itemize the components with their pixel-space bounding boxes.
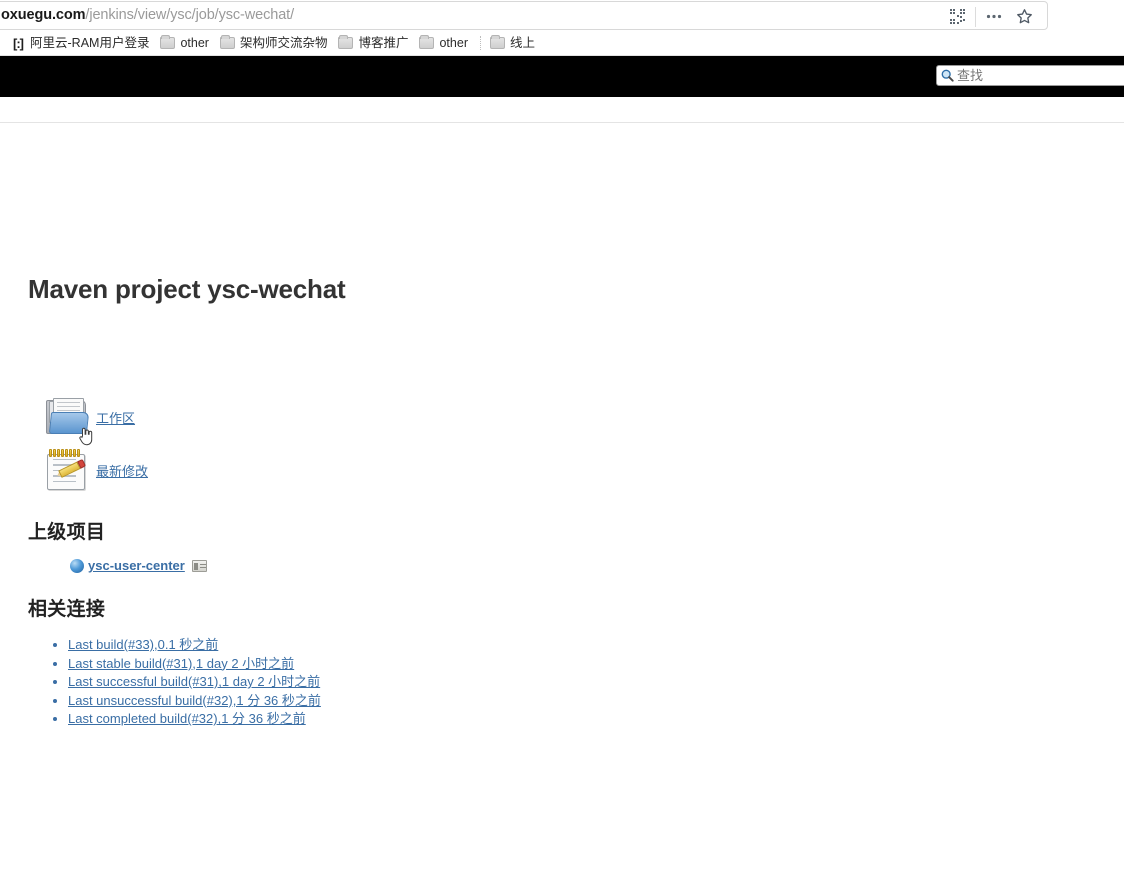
related-links-list: Last build(#33),0.1 秒之前 Last stable buil… [44,636,321,729]
cloud-icon: [:] [13,35,24,51]
url-domain: oxuegu.com [1,7,86,24]
upstream-project-row[interactable]: ysc-user-center [70,558,207,573]
main-content: Maven project ysc-wechat 工作区 最新修改 上级项目 y… [0,123,1124,894]
recent-changes-link-row[interactable]: 最新修改 [44,444,148,497]
search-input[interactable]: 查找 [936,65,1124,86]
folder-icon [489,35,505,49]
list-item[interactable]: Last completed build(#32),1 分 36 秒之前 [68,710,321,729]
folder-icon [219,35,235,49]
more-options-icon[interactable] [979,2,1009,31]
url-path: /jenkins/view/ysc/job/ysc-wechat/ [85,7,295,24]
related-links-heading: 相关连接 [28,599,106,620]
workspace-link-row[interactable]: 工作区 [44,391,148,445]
page-title: Maven project ysc-wechat [28,274,346,304]
bookmark-item-other-1[interactable]: other [157,35,215,51]
bookmark-label: 博客推广 [358,35,409,50]
search-placeholder: 查找 [957,68,984,83]
bookmark-item-architect[interactable]: 架构师交流杂物 [217,35,334,51]
last-unsuccessful-build-link[interactable]: Last unsuccessful build(#32),1 分 36 秒之前 [68,693,321,708]
upstream-projects-heading: 上级项目 [28,522,106,543]
folder-icon [419,35,435,49]
console-output-icon[interactable] [191,559,207,572]
upstream-project-link[interactable]: ysc-user-center [88,558,185,573]
blue-ball-icon [70,558,84,573]
url-text: oxuegu.com/jenkins/view/ysc/job/ysc-wech… [1,8,294,23]
qr-code-icon[interactable] [942,2,972,31]
folder-icon [338,35,354,49]
header-underline-strip [0,97,1124,123]
bookmark-label: 架构师交流杂物 [239,35,328,50]
list-item[interactable]: Last unsuccessful build(#32),1 分 36 秒之前 [68,692,321,711]
folder-workspace-icon [44,394,93,445]
bookmark-item-aliyun[interactable]: [:] 阿里云-RAM用户登录 [8,36,155,51]
last-stable-build-link[interactable]: Last stable build(#31),1 day 2 小时之前 [68,656,294,671]
notepad-pencil-icon [44,447,92,495]
bookmark-label: other [180,35,209,50]
mouse-cursor-hand-icon [78,426,94,446]
last-build-link[interactable]: Last build(#33),0.1 秒之前 [68,637,218,652]
bookmark-label: 线上 [509,35,535,50]
bookmarks-bar: [:] 阿里云-RAM用户登录 other 架构师交流杂物 博客推广 other… [0,31,1124,56]
bookmark-label: other [439,35,468,50]
last-successful-build-link[interactable]: Last successful build(#31),1 day 2 小时之前 [68,674,320,689]
browser-chrome: oxuegu.com/jenkins/view/ysc/job/ysc-wech… [0,0,1124,56]
address-bar[interactable]: oxuegu.com/jenkins/view/ysc/job/ysc-wech… [0,1,1048,30]
folder-icon [160,35,176,49]
list-item[interactable]: Last build(#33),0.1 秒之前 [68,636,321,655]
bookmark-item-online[interactable]: 线上 [487,35,541,51]
search-icon [941,69,954,82]
bookmark-star-icon[interactable] [1009,2,1039,31]
workspace-link[interactable]: 工作区 [96,408,135,427]
bookmark-item-other-2[interactable]: other [416,35,474,51]
toolbar-divider [975,6,976,27]
list-item[interactable]: Last successful build(#31),1 day 2 小时之前 [68,673,321,692]
url-bar-row: oxuegu.com/jenkins/view/ysc/job/ysc-wech… [0,0,1124,31]
address-bar-buttons [942,2,1039,31]
recent-changes-link[interactable]: 最新修改 [96,461,148,480]
last-completed-build-link[interactable]: Last completed build(#32),1 分 36 秒之前 [68,711,306,726]
bookmark-item-blog[interactable]: 博客推广 [335,35,414,51]
icon-links-group: 工作区 最新修改 [44,391,148,497]
list-item[interactable]: Last stable build(#31),1 day 2 小时之前 [68,655,321,674]
bookmark-label: 阿里云-RAM用户登录 [30,35,150,50]
bookmarks-separator [479,36,481,50]
